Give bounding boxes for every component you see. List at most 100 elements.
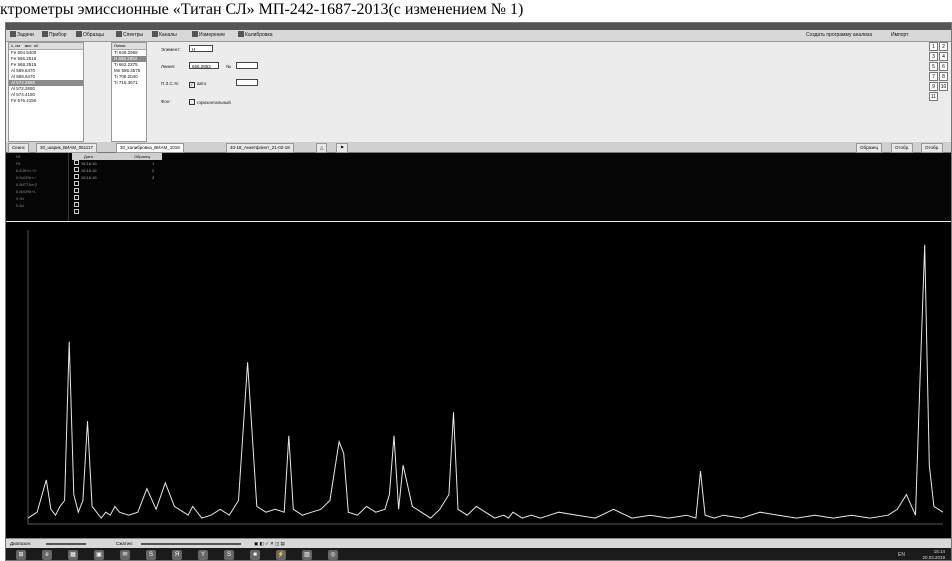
list-item[interactable]: Ti 715.3671 — [112, 80, 146, 86]
spectra-button[interactable]: Спектры — [116, 31, 143, 40]
number-button[interactable]: 4 — [939, 52, 948, 61]
samples-button[interactable]: Образцы — [76, 31, 104, 40]
spectra-table[interactable]: Дата Образец 15:16:16 1 15:16:16 2 15:16:16 3 — [72, 153, 162, 221]
nr-label: № — [226, 64, 231, 69]
checkbox-icon[interactable] — [74, 188, 79, 193]
tab-display-2[interactable]: Отобр. — [921, 143, 944, 153]
wavelength-list[interactable]: λ, нм мкл α0 Fe 504.5400 Fe 566.2515 Fe 56… — [8, 42, 84, 142]
phon-horizontal-checkbox[interactable]: горизонтальный — [189, 99, 231, 105]
page-caption: ктрометры эмиссионные «Титан СЛ» МП-242-… — [0, 1, 524, 18]
checkbox-icon[interactable] — [74, 181, 79, 186]
tab-file-2[interactable]: 30_калибровка_ВИАМ_1018 — [116, 143, 184, 153]
skype2-icon[interactable]: S — [224, 550, 234, 560]
list-item[interactable]: Fe 576.4150 — [9, 98, 83, 104]
app-window: Задачи Прибор Образцы Спектры Каналы Изм… — [5, 22, 952, 561]
checkbox-icon[interactable] — [74, 195, 79, 200]
tasks-button[interactable]: Задачи — [10, 31, 34, 40]
range-slider[interactable] — [46, 543, 86, 545]
windows-taskbar: EN 15:14 20.03.2019 ⊞ e ▦ ▣ ✉ S Я Y S ■ ⚡ ▨ ◎ — [6, 548, 951, 560]
tasks-icon — [10, 31, 16, 37]
number-button[interactable]: 10 — [939, 82, 948, 91]
channel-item[interactable]: 6.8.8Fe=+2 — [6, 167, 68, 174]
store-icon[interactable]: ▣ — [94, 550, 104, 560]
other-icon[interactable]: ◎ — [328, 550, 338, 560]
samples-icon — [76, 31, 82, 37]
edge-icon[interactable]: e — [42, 550, 52, 560]
number-button[interactable]: 9 — [929, 82, 938, 91]
spectrum-icon[interactable]: ⚡ — [276, 550, 286, 560]
row-count: 3 — [152, 175, 155, 180]
nr-field[interactable] — [236, 62, 258, 69]
checkbox-icon[interactable] — [74, 160, 79, 165]
checkbox-icon[interactable] — [74, 202, 79, 207]
calibration-button[interactable]: Калибровка — [238, 31, 273, 40]
channel-item[interactable]: 0.8d773н+2 — [6, 181, 68, 188]
row-date: 15:16:16 — [81, 175, 97, 180]
number-button[interactable]: 8 — [939, 72, 948, 81]
language-indicator[interactable]: EN — [898, 552, 905, 558]
number-button[interactable]: 1 — [929, 42, 938, 51]
line-items: Ti 649.2968 H 656.2852 Ti 662.2375 Mn 686.3… — [112, 50, 146, 86]
channels-button[interactable]: Каналы — [152, 31, 177, 40]
channel-item[interactable]: 5.5d — [6, 202, 68, 209]
channel-item[interactable]: Hf — [6, 160, 68, 167]
table-row[interactable]: 15:16:16 3 — [72, 174, 162, 181]
row-count: 2 — [152, 168, 155, 173]
windows-icon[interactable]: ⊞ — [16, 550, 26, 560]
system-clock[interactable]: 15:14 20.03.2019 — [922, 549, 945, 560]
tab-session[interactable]: Сеанс — [8, 143, 29, 153]
channel-item[interactable]: Hf — [6, 153, 68, 160]
skype-icon[interactable]: S — [146, 550, 156, 560]
device-button[interactable]: Прибор — [42, 31, 67, 40]
ps-field[interactable] — [236, 79, 258, 86]
table-row[interactable] — [72, 181, 162, 188]
tab-display-1[interactable]: Отобр. — [891, 143, 914, 153]
number-button[interactable]: 5 — [929, 62, 938, 71]
number-button[interactable]: 6 — [939, 62, 948, 71]
spectra-channel-list[interactable]: Hf Hf 6.8.8Fe=+2 5.5d1Rb+= 0.8d773н+2 8.8d1Rb… — [6, 153, 69, 221]
channel-item[interactable]: 9.9d — [6, 195, 68, 202]
import-menu[interactable]: Импорт — [891, 31, 908, 40]
calibration-icon — [238, 31, 244, 37]
tab-file-1[interactable]: 30_шарик_ВИАМ_051117 — [36, 143, 97, 153]
warning-icon[interactable]: △ — [316, 143, 328, 153]
compress-slider[interactable] — [141, 543, 241, 545]
yandex-icon[interactable]: Я — [172, 550, 182, 560]
line-list[interactable]: Линия Ti 649.2968 H 656.2852 Ti 662.2375 Mn… — [111, 42, 147, 142]
number-button[interactable]: 7 — [929, 72, 938, 81]
table-row[interactable] — [72, 209, 162, 216]
table-row[interactable] — [72, 188, 162, 195]
line-field[interactable]: 656.2852 — [189, 62, 219, 69]
measure-button[interactable]: Измерение — [192, 31, 225, 40]
explorer-icon[interactable]: ▦ — [68, 550, 78, 560]
channel-item[interactable]: 5.5d1Rb+= — [6, 174, 68, 181]
tab-file-3[interactable]: 40-18_Анкетфлинт_21-02-18 — [226, 143, 294, 153]
number-button[interactable]: 11 — [929, 92, 938, 101]
tab-sample[interactable]: Образец — [856, 143, 883, 153]
create-program-link[interactable]: Создать программу анализа — [806, 31, 872, 40]
ps-auto-checkbox[interactable]: ✓ авто — [189, 81, 206, 88]
checkbox-icon[interactable] — [74, 167, 79, 172]
spectrum-plot[interactable] — [6, 222, 951, 538]
table-row[interactable]: 15:16:16 2 — [72, 167, 162, 174]
table-row[interactable]: 15:16:16 1 — [72, 160, 162, 167]
mail-icon[interactable]: ✉ — [120, 550, 130, 560]
flag-icon[interactable]: ⚑ — [336, 143, 349, 153]
number-button[interactable]: 2 — [939, 42, 948, 51]
number-grid: 1 2 3 4 5 6 7 8 9 10 11 — [929, 42, 949, 102]
number-button[interactable]: 3 — [929, 52, 938, 61]
channel-item[interactable]: 8.8d1Rb+1 — [6, 188, 68, 195]
table-row[interactable] — [72, 202, 162, 209]
yandex-browser-icon[interactable]: Y — [198, 550, 208, 560]
tab-bar: Сеанс 30_шарик_ВИАМ_051117 30_калибровка… — [6, 142, 951, 153]
checkbox-icon[interactable] — [74, 174, 79, 179]
row-count: 1 — [152, 161, 155, 166]
checkbox-icon[interactable] — [74, 209, 79, 214]
measure-icon — [192, 31, 198, 37]
terminal-icon[interactable]: ■ — [250, 550, 260, 560]
checkbox-icon — [189, 99, 195, 105]
title-bar — [6, 23, 951, 30]
table-row[interactable] — [72, 195, 162, 202]
element-field[interactable]: H — [189, 45, 213, 52]
paint-icon[interactable]: ▨ — [302, 550, 312, 560]
